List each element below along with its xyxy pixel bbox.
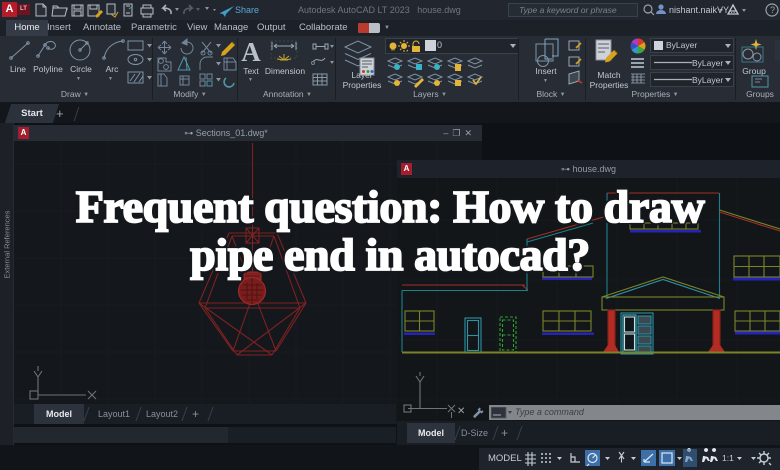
svg-text:?: ? <box>770 5 775 15</box>
svg-text:1:1: 1:1 <box>722 453 734 463</box>
